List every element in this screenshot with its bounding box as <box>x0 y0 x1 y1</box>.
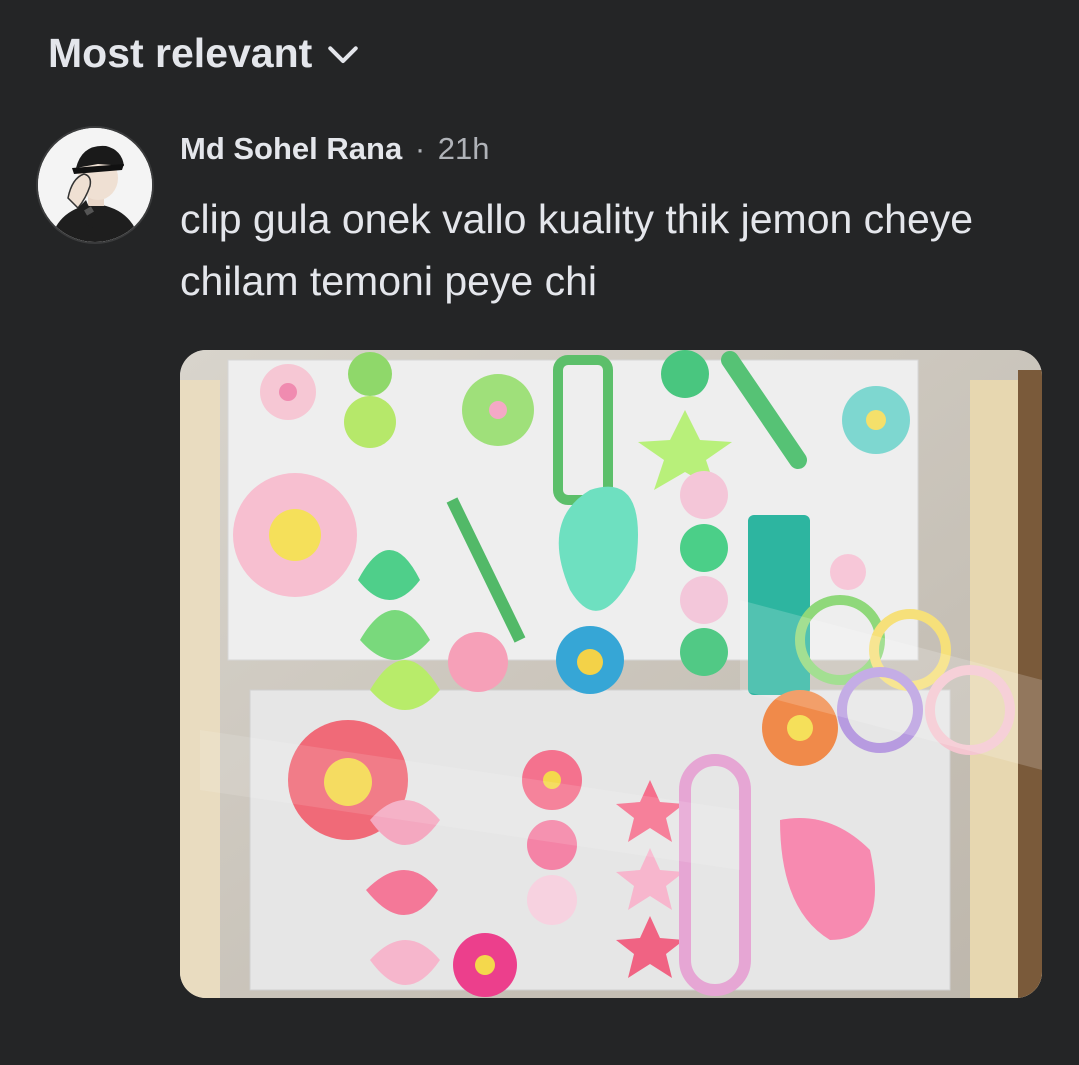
author-name[interactable]: Md Sohel Rana <box>180 131 402 166</box>
hair-clips-photo <box>180 350 1042 998</box>
comment-actions <box>180 1025 1042 1065</box>
separator: · <box>414 131 426 166</box>
avatar-image <box>38 128 152 242</box>
sort-label: Most relevant <box>48 30 313 76</box>
comment-header: Md Sohel Rana · 21h <box>180 128 1040 170</box>
timestamp[interactable]: 21h <box>438 131 490 166</box>
comment-text: clip gula onek vallo kuality thik jemon … <box>180 196 974 304</box>
sort-dropdown[interactable]: Most relevant <box>48 30 360 77</box>
chevron-down-icon <box>328 45 359 63</box>
comment-photo[interactable] <box>180 350 1042 998</box>
avatar[interactable] <box>38 128 152 242</box>
comment: Md Sohel Rana · 21h clip gula onek vallo… <box>180 128 1040 312</box>
